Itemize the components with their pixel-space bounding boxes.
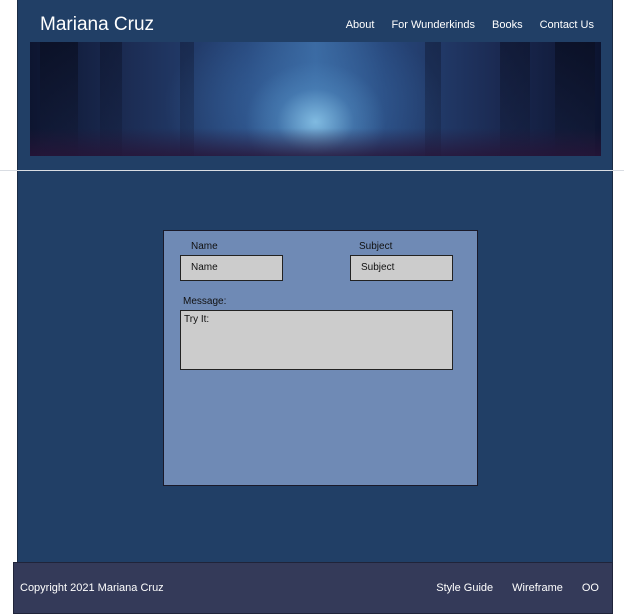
footer-link-oo[interactable]: OO [582,582,599,594]
footer-link-style-guide[interactable]: Style Guide [436,582,493,594]
subject-field[interactable]: Subject [350,255,453,281]
message-field[interactable]: Try It: [180,310,453,370]
name-field[interactable]: Name [180,255,283,281]
nav-contact-us[interactable]: Contact Us [540,19,594,31]
footer-links: Style Guide Wireframe OO [436,582,599,594]
subject-label: Subject [359,241,393,252]
site-footer: Copyright 2021 Mariana Cruz Style Guide … [13,562,613,614]
site-header: Mariana Cruz About For Wunderkinds Books… [17,0,613,170]
main-content: Name Name Subject Subject Message: Try I… [17,171,613,563]
nav-books[interactable]: Books [492,19,523,31]
site-title[interactable]: Mariana Cruz [40,14,154,36]
name-label: Name [191,241,218,252]
nav-about[interactable]: About [346,19,375,31]
copyright-text: Copyright 2021 Mariana Cruz [20,582,164,594]
banner-haze [30,128,601,156]
forest-banner-image [30,42,601,156]
message-label: Message: [183,296,227,307]
nav-for-wunderkinds[interactable]: For Wunderkinds [391,19,475,31]
contact-form: Name Name Subject Subject Message: Try I… [163,230,478,486]
main-nav: About For Wunderkinds Books Contact Us [346,19,594,31]
footer-link-wireframe[interactable]: Wireframe [512,582,563,594]
page: Mariana Cruz About For Wunderkinds Books… [0,0,624,615]
